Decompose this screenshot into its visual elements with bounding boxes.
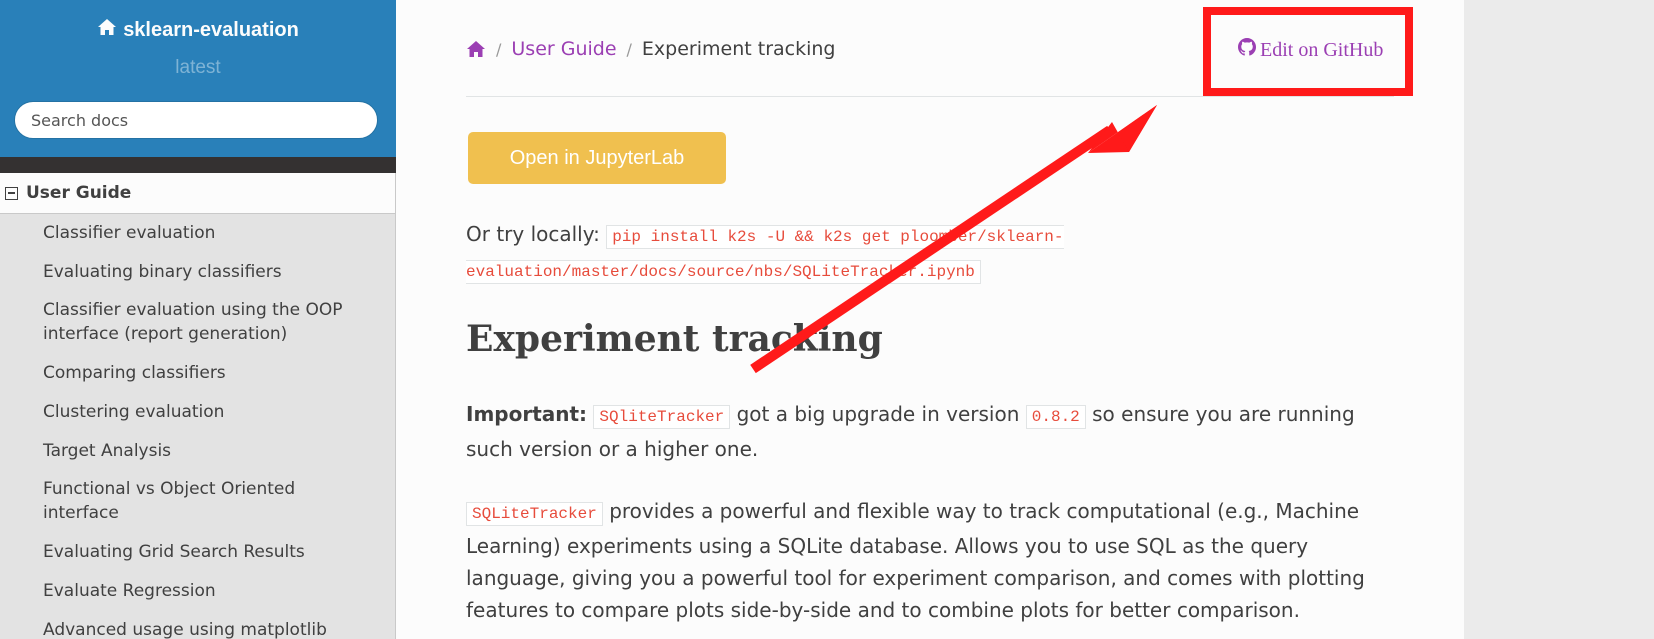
nav-caption-label: User Guide <box>26 183 132 203</box>
breadcrumb-divider <box>466 96 1394 97</box>
nav-caption-user-guide[interactable]: User Guide <box>0 173 395 214</box>
sidebar-item-classifier-evaluation[interactable]: Classifier evaluation <box>0 214 395 253</box>
sidebar-nav: User Guide Classifier evaluation Evaluat… <box>0 173 396 639</box>
collapse-icon[interactable] <box>5 186 18 200</box>
breadcrumb: / User Guide / Experiment tracking <box>466 38 835 60</box>
project-name: sklearn-evaluation <box>123 18 299 41</box>
breadcrumb-user-guide[interactable]: User Guide <box>511 38 616 60</box>
breadcrumb-separator: / <box>496 39 502 59</box>
sidebar-item-clustering-evaluation[interactable]: Clustering evaluation <box>0 393 395 432</box>
breadcrumb-home-icon[interactable] <box>466 40 486 58</box>
note-text-1: got a big upgrade in version <box>736 402 1020 426</box>
open-in-jupyterlab-button[interactable]: Open in JupyterLab <box>468 132 726 184</box>
nav-divider <box>0 157 396 173</box>
sidebar-item-evaluating-binary-classifiers[interactable]: Evaluating binary classifiers <box>0 253 395 292</box>
edit-on-github-link[interactable]: Edit on GitHub <box>1238 38 1383 62</box>
sidebar-item-grid-search[interactable]: Evaluating Grid Search Results <box>0 533 395 572</box>
search-input[interactable] <box>14 101 378 139</box>
inline-code-sqlitetracker: SQliteTracker <box>593 405 731 429</box>
breadcrumb-current: Experiment tracking <box>641 38 836 60</box>
project-title[interactable]: sklearn-evaluation <box>0 0 396 42</box>
sidebar-item-oop-interface[interactable]: Classifier evaluation using the OOP inte… <box>0 292 395 354</box>
sidebar: sklearn-evaluation latest User Guide Cla… <box>0 0 396 639</box>
home-icon <box>97 18 117 42</box>
github-icon <box>1238 38 1256 62</box>
inline-code-sqlitetracker: SQLiteTracker <box>466 502 603 526</box>
sidebar-item-advanced-matplotlib[interactable]: Advanced usage using matplotlib <box>0 611 395 639</box>
breadcrumb-separator: / <box>626 39 632 59</box>
main-content: / User Guide / Experiment tracking Edit … <box>396 0 1464 639</box>
version-label: latest <box>175 57 221 78</box>
inline-code-version: 0.8.2 <box>1025 405 1086 429</box>
page-title: Experiment tracking <box>466 318 883 360</box>
right-gutter <box>1464 0 1654 639</box>
try-locally-label: Or try locally: <box>466 222 600 246</box>
important-label: Important: <box>466 402 588 426</box>
important-note: Important: SQliteTracker got a big upgra… <box>466 398 1401 465</box>
nav-list: Classifier evaluation Evaluating binary … <box>0 214 395 639</box>
edit-on-github-label: Edit on GitHub <box>1260 38 1384 61</box>
description-paragraph: SQLiteTracker provides a powerful and fl… <box>466 495 1401 626</box>
sidebar-item-functional-vs-oop[interactable]: Functional vs Object Oriented interface <box>0 471 395 533</box>
sidebar-item-target-analysis[interactable]: Target Analysis <box>0 432 395 471</box>
sidebar-item-comparing-classifiers[interactable]: Comparing classifiers <box>0 354 395 393</box>
try-locally: Or try locally: pip install k2s -U && k2… <box>466 218 1346 288</box>
sidebar-item-evaluate-regression[interactable]: Evaluate Regression <box>0 572 395 611</box>
sidebar-header: sklearn-evaluation latest <box>0 0 396 157</box>
